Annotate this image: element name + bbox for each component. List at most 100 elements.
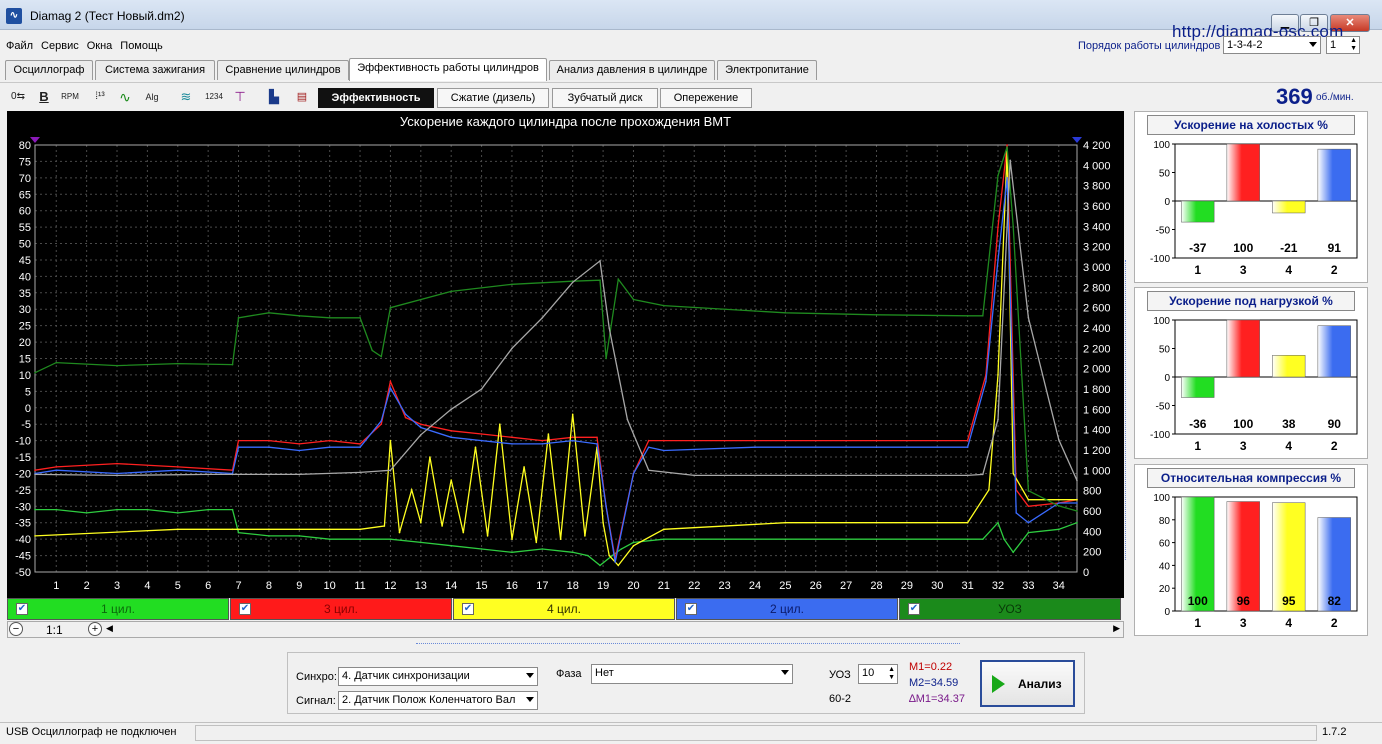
legend-cyl-3[interactable]: ✔ 3 цил.: [230, 598, 452, 620]
y-right-tick-label: 2 400: [1083, 323, 1111, 335]
bold-icon[interactable]: B: [34, 87, 54, 107]
series-point-5: [632, 298, 635, 301]
subtab-advance[interactable]: Опережение: [660, 88, 752, 108]
bar-category-label: 4: [1285, 439, 1292, 453]
legend-cyl-1[interactable]: ✔ 1 цил.: [7, 598, 229, 620]
firing-order-select[interactable]: 1-3-4-2: [1223, 36, 1321, 54]
tab-power-supply[interactable]: Электропитание: [717, 60, 817, 80]
menu-file[interactable]: Файл: [0, 36, 35, 52]
load-acceleration-title: Ускорение под нагрузкой %: [1147, 291, 1355, 311]
tab-cylinder-efficiency[interactable]: Эффективность работы цилиндров: [349, 58, 547, 81]
x-tick-label: 14: [445, 580, 457, 592]
tab-oscilloscope[interactable]: Осциллограф: [5, 60, 93, 80]
signal-select[interactable]: 2. Датчик Полож Коленчатого Вал: [338, 691, 538, 710]
series-point-4: [605, 505, 607, 508]
checkbox-icon[interactable]: ✔: [239, 603, 251, 615]
uoz-spinner[interactable]: 10 ▲ ▼: [858, 664, 898, 684]
tab-cylinder-compare[interactable]: Сравнение цилиндров: [217, 60, 349, 80]
cylinder-spinner[interactable]: 1 ▲ ▼: [1326, 36, 1360, 54]
series-point-2: [116, 462, 118, 465]
y-right-tick-label: 200: [1083, 547, 1101, 559]
zero-level-icon[interactable]: 0⇆: [8, 87, 28, 107]
status-bar: USB Осциллограф не подключен 1.7.2: [0, 722, 1382, 744]
bar-value-label: -21: [1280, 241, 1298, 255]
series-point-4: [614, 561, 616, 563]
series-point-5: [1058, 505, 1060, 507]
uoz-label: УОЗ: [829, 669, 851, 681]
series-point-4: [985, 380, 987, 383]
series-point-3: [34, 535, 36, 537]
horizontal-scrollbar[interactable]: − 1:1 + ◀ ▶: [7, 621, 1124, 638]
splitter-handle[interactable]: [416, 643, 960, 648]
bar-y-tick-label: 60: [1159, 539, 1171, 550]
series-point-6: [693, 474, 695, 477]
legend-cyl-4[interactable]: ✔ 4 цил.: [453, 598, 675, 620]
menu-help[interactable]: Помощь: [114, 36, 165, 52]
series-point-3: [177, 528, 179, 531]
line-graph-icon[interactable]: ∿: [115, 87, 135, 107]
series-point-6: [1058, 439, 1060, 441]
main-chart-svg[interactable]: 80757065605550454035302520151050-5-10-15…: [7, 111, 1124, 598]
series-point-1: [587, 554, 589, 557]
main-chart[interactable]: 80 75 70 65 60 55 50 45 40 35 30 25 20 15 10 5 0 -5 -10 -15…: [7, 111, 1124, 598]
window-title: Diamag 2 (Тест Новый.dm2): [30, 9, 185, 23]
subtab-efficiency[interactable]: Эффективность: [318, 88, 434, 108]
spin-arrows-icon[interactable]: ▲ ▼: [888, 666, 895, 682]
vertical-splitter[interactable]: [1125, 260, 1132, 560]
y-right-tick-label: 3 800: [1083, 181, 1111, 193]
signal-label: Сигнал:: [296, 695, 336, 707]
marker-icon[interactable]: ⊤: [230, 87, 250, 107]
legend-uoz[interactable]: ✔ УОЗ: [899, 598, 1121, 620]
scroll-right-icon[interactable]: ▶: [1113, 623, 1120, 634]
checkbox-icon[interactable]: ✔: [685, 603, 697, 615]
subtab-diesel-compression[interactable]: Сжатие (дизель): [437, 88, 549, 108]
relative-compression-chart: 100 80 60 40 20 0 100 1 96 3 95 4 82 2: [1153, 493, 1358, 630]
bar-value-label: 95: [1282, 594, 1296, 608]
bar-chart-icon[interactable]: ▙: [264, 87, 284, 107]
series-point-3: [499, 423, 501, 426]
y-left-tick-label: -20: [15, 468, 31, 480]
series-point-1: [359, 538, 361, 540]
series-point-1: [663, 538, 665, 540]
series-point-3: [535, 541, 538, 544]
checkbox-icon[interactable]: ✔: [908, 603, 920, 615]
menu-windows[interactable]: Окна: [81, 36, 115, 52]
series-point-2: [404, 416, 407, 419]
series-point-3: [584, 535, 586, 537]
series-point-5: [875, 314, 878, 316]
cylinder-numbers-icon[interactable]: ⁞¹³: [90, 87, 110, 107]
rpm-icon[interactable]: RPM: [60, 87, 80, 107]
menu-service[interactable]: Сервис: [35, 36, 81, 52]
sync-select[interactable]: 4. Датчик синхронизации: [338, 667, 538, 686]
legend-cyl-2[interactable]: ✔ 2 цил.: [676, 598, 898, 620]
series-point-3: [523, 466, 525, 468]
subtab-toothed-disk[interactable]: Зубчатый диск: [552, 88, 658, 108]
series-point-2: [480, 433, 483, 435]
x-tick-label: 13: [415, 580, 427, 592]
x-tick-label: 25: [779, 580, 791, 592]
tab-pressure-analysis[interactable]: Анализ давления в цилиндре: [549, 60, 715, 80]
phase-select[interactable]: Нет: [591, 664, 793, 684]
series-point-1: [34, 508, 36, 511]
zoom-in-icon[interactable]: +: [88, 622, 102, 636]
series-point-6: [1009, 159, 1011, 162]
y-left-tick-label: -15: [15, 452, 31, 464]
sequence-icon[interactable]: 1234: [204, 87, 224, 107]
x-tick-label: 10: [324, 580, 336, 592]
tab-ignition[interactable]: Система зажигания: [95, 60, 215, 80]
filter-icon[interactable]: ≋: [176, 87, 196, 107]
stats-icon[interactable]: ▤: [292, 87, 312, 107]
series-point-1: [966, 538, 969, 540]
alg-icon[interactable]: Alg: [142, 87, 162, 107]
scroll-left-icon[interactable]: ◀: [106, 623, 113, 634]
y-right-tick-label: 3 400: [1083, 221, 1111, 233]
bar-cyl-4: [1272, 200, 1306, 214]
zoom-out-icon[interactable]: −: [9, 622, 23, 636]
analyze-button[interactable]: Анализ: [980, 660, 1075, 707]
series-point-2: [268, 439, 270, 442]
checkbox-icon[interactable]: ✔: [462, 603, 474, 615]
checkbox-icon[interactable]: ✔: [16, 603, 28, 615]
spin-arrows-icon[interactable]: ▲ ▼: [1350, 37, 1357, 53]
y-right-tick-label: 0: [1083, 567, 1089, 579]
series-point-3: [474, 446, 477, 449]
